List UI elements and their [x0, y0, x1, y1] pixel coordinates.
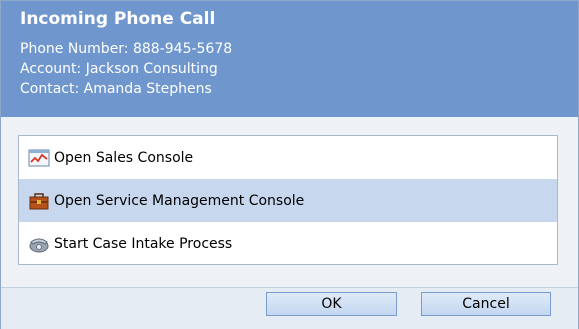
dialog-title: Incoming Phone Call [20, 9, 216, 29]
option-label: Open Sales Console [54, 149, 194, 166]
chart-icon [28, 149, 50, 167]
contact-text: Contact: Amanda Stephens [20, 81, 212, 97]
option-label: Open Service Management Console [54, 192, 305, 209]
phone-number-text: Phone Number: 888-945-5678 [20, 41, 233, 57]
option-label: Start Case Intake Process [54, 235, 233, 252]
option-open-service-management-console[interactable]: Open Service Management Console [19, 179, 557, 222]
cancel-button[interactable]: Cancel [421, 292, 551, 316]
dialog-header: Incoming Phone Call Phone Number: 888-94… [1, 1, 578, 117]
account-text: Account: Jackson Consulting [20, 61, 218, 77]
ok-button[interactable]: OK [266, 292, 397, 316]
option-open-sales-console[interactable]: Open Sales Console [19, 136, 557, 179]
option-start-case-intake-process[interactable]: Start Case Intake Process [19, 222, 557, 265]
phone-icon [28, 235, 50, 253]
options-list: Open Sales Console Open Service Manageme… [18, 135, 558, 265]
dialog-footer: OK Cancel [1, 287, 578, 329]
incoming-call-dialog: Incoming Phone Call Phone Number: 888-94… [0, 0, 579, 329]
toolbox-icon [28, 192, 50, 210]
